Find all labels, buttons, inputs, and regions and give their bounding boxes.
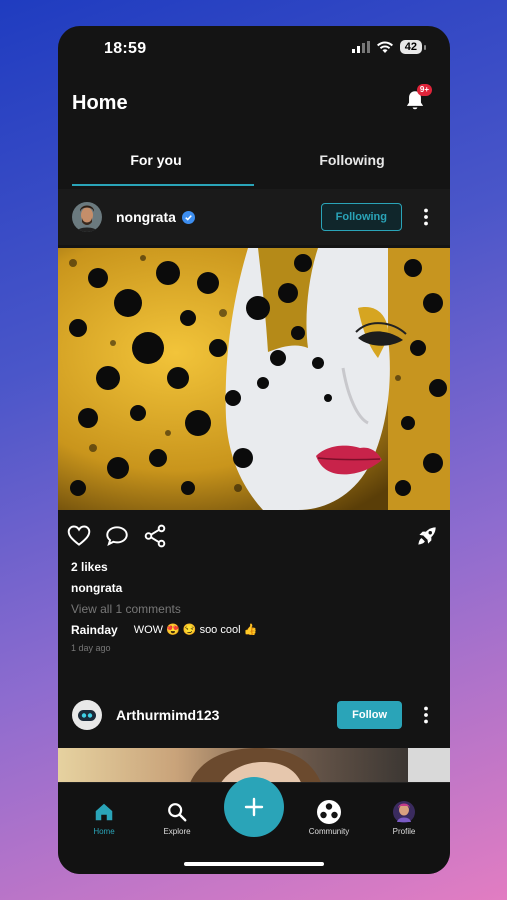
page-title: Home — [72, 92, 128, 114]
status-time: 18:59 — [104, 40, 147, 57]
bottom-nav: Home Explore Community Profile — [58, 777, 450, 874]
nav-profile[interactable]: Profile — [374, 799, 434, 836]
home-indicator — [184, 862, 324, 866]
post-header: Arthurmimd123 Follow — [58, 694, 450, 736]
more-options-icon[interactable] — [416, 207, 436, 227]
wifi-icon — [376, 41, 393, 53]
like-icon[interactable] — [66, 523, 92, 549]
phone-screen: 18:59 42 Home 9+ For you Following nongr… — [58, 26, 450, 874]
following-button[interactable]: Following — [320, 203, 402, 231]
post-username[interactable]: nongrata — [116, 209, 176, 225]
search-icon — [168, 803, 187, 822]
post-header: nongrata Following — [58, 189, 450, 245]
caption-username[interactable]: nongrata — [71, 581, 122, 595]
signal-icon — [351, 41, 370, 53]
verified-badge-icon — [181, 210, 195, 224]
avatar[interactable] — [72, 700, 102, 730]
post-actions — [66, 520, 440, 552]
post-timestamp: 1 day ago — [71, 643, 111, 653]
battery-indicator: 42 — [399, 40, 427, 54]
tab-following[interactable]: Following — [254, 142, 450, 186]
profile-avatar-icon — [393, 801, 415, 823]
community-icon — [317, 800, 341, 824]
comment-username[interactable]: Rainday — [71, 623, 118, 637]
plus-icon — [244, 797, 264, 817]
share-icon[interactable] — [142, 523, 168, 549]
tab-for-you[interactable]: For you — [58, 142, 254, 186]
nav-explore[interactable]: Explore — [147, 799, 207, 836]
comment-icon[interactable] — [104, 523, 130, 549]
feed-tabs: For you Following — [58, 142, 450, 186]
home-icon — [95, 803, 113, 821]
status-bar: 18:59 42 — [58, 26, 450, 72]
create-post-button[interactable] — [224, 777, 284, 837]
post-image[interactable] — [58, 248, 450, 510]
nav-label: Explore — [163, 827, 191, 836]
comment-text: WOW 😍 😏 soo cool 👍 — [133, 624, 258, 636]
view-comments-link[interactable]: View all 1 comments — [71, 602, 181, 616]
comment-row: Rainday WOW 😍 😏 soo cool 👍 — [71, 623, 257, 637]
follow-button[interactable]: Follow — [337, 701, 402, 729]
nav-label: Community — [308, 827, 350, 836]
rocket-icon[interactable] — [414, 523, 440, 549]
likes-count[interactable]: 2 likes — [71, 560, 108, 574]
avatar[interactable] — [72, 202, 102, 232]
nav-community[interactable]: Community — [299, 799, 359, 836]
nav-label: Profile — [392, 827, 416, 836]
nav-label: Home — [93, 827, 115, 836]
notification-badge: 9+ — [416, 84, 432, 96]
more-options-icon[interactable] — [416, 705, 436, 725]
nav-home[interactable]: Home — [74, 799, 134, 836]
app-header: Home 9+ — [58, 84, 450, 122]
post-username[interactable]: Arthurmimd123 — [116, 707, 219, 723]
